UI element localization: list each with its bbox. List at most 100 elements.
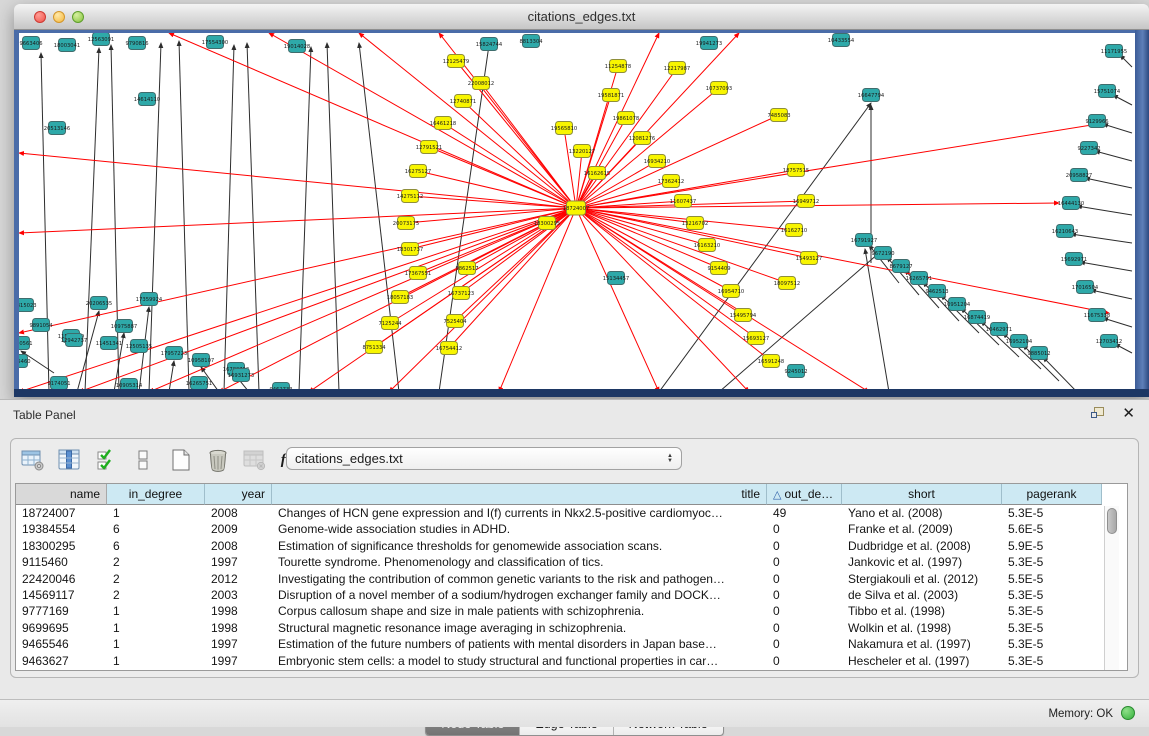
new-table-icon[interactable] [167,447,195,473]
table-cell[interactable]: Corpus callosum shape and size in male p… [272,603,767,619]
table-cell[interactable]: Changes of HCN gene expression and I(f) … [272,505,767,521]
column-header-year[interactable]: year [205,484,272,505]
table-cell[interactable]: 5.3E-5 [1002,554,1102,570]
table-cell[interactable]: 2012 [205,571,272,587]
table-row[interactable]: 946362711997Embryonic stem cells: a mode… [16,653,1102,669]
table-cell[interactable]: 6 [107,521,205,537]
merge-rows-icon[interactable] [130,447,158,473]
table-cell[interactable]: Genome-wide association studies in ADHD. [272,521,767,537]
table-cell[interactable]: 2003 [205,587,272,603]
table-row[interactable]: 911546021997Tourette syndrome. Phenomeno… [16,554,1102,570]
memory-status-icon[interactable] [1121,706,1135,720]
table-cell[interactable]: 5.3E-5 [1002,653,1102,669]
table-cell[interactable]: 49 [767,505,842,521]
table-row[interactable]: 2242004622012Investigating the contribut… [16,571,1102,587]
table-cell[interactable]: 2008 [205,538,272,554]
table-cell[interactable]: 1998 [205,620,272,636]
table-cell[interactable]: 1 [107,653,205,669]
table-row[interactable]: 946554611997Estimation of the future num… [16,636,1102,652]
column-header-pagerank[interactable]: pagerank [1002,484,1102,505]
table-cell[interactable]: Estimation of the future numbers of pati… [272,636,767,652]
table-row[interactable]: 1938455462009Genome-wide association stu… [16,521,1102,537]
table-cell[interactable]: Dudbridge et al. (2008) [842,538,1002,554]
table-cell[interactable]: 5.3E-5 [1002,636,1102,652]
table-cell[interactable]: 0 [767,521,842,537]
table-cell[interactable]: Structural magnetic resonance image aver… [272,620,767,636]
table-cell[interactable]: 0 [767,603,842,619]
network-canvas[interactable]: 1872400712125479220080121274087116461218… [19,33,1135,389]
table-cell[interactable]: 9699695 [16,620,107,636]
table-row[interactable]: 1456911722003Disruption of a novel membe… [16,587,1102,603]
table-row[interactable]: 1830029562008Estimation of significance … [16,538,1102,554]
table-cell[interactable]: 2 [107,571,205,587]
table-cell[interactable]: Estimation of significance thresholds fo… [272,538,767,554]
float-panel-icon[interactable] [1091,407,1107,422]
table-cell[interactable]: 2008 [205,505,272,521]
table-cell[interactable]: 5.6E-5 [1002,521,1102,537]
table-cell[interactable]: 2 [107,554,205,570]
table-row[interactable]: 1872400712008Changes of HCN gene express… [16,505,1102,521]
table-cell[interactable]: 5.3E-5 [1002,603,1102,619]
table-cell[interactable]: 19384554 [16,521,107,537]
table-cell[interactable]: 6 [107,538,205,554]
column-header-out_de[interactable]: △out_de… [767,484,842,505]
table-cell[interactable]: 9463627 [16,653,107,669]
table-cell[interactable]: Stergiakouli et al. (2012) [842,571,1002,587]
table-cell[interactable]: 1997 [205,636,272,652]
table-header-row[interactable]: namein_degreeyeartitle△out_de…shortpager… [16,484,1102,505]
table-cell[interactable]: 2009 [205,521,272,537]
table-cell[interactable]: 1997 [205,653,272,669]
table-cell[interactable]: Tourette syndrome. Phenomenology and cla… [272,554,767,570]
column-header-in_degree[interactable]: in_degree [107,484,205,505]
column-header-name[interactable]: name [16,484,107,505]
table-cell[interactable]: 9465546 [16,636,107,652]
table-cell[interactable]: 1 [107,636,205,652]
table-row[interactable]: 969969511998Structural magnetic resonanc… [16,620,1102,636]
row-select-icon[interactable] [93,447,121,473]
table-cell[interactable]: 0 [767,620,842,636]
table-cell[interactable]: 1998 [205,603,272,619]
citation-network-graph[interactable]: 1872400712125479220080121274087116461218… [19,33,1135,389]
column-header-title[interactable]: title [272,484,767,505]
table-cell[interactable]: 0 [767,653,842,669]
table-cell[interactable]: 2 [107,587,205,603]
table-cell[interactable]: Franke et al. (2009) [842,521,1002,537]
table-cell[interactable]: Jankovic et al. (1997) [842,554,1002,570]
table-cell[interactable]: 5.5E-5 [1002,571,1102,587]
table-cell[interactable]: 18724007 [16,505,107,521]
table-cell[interactable]: Hescheler et al. (1997) [842,653,1002,669]
table-cell[interactable]: Wolkin et al. (1998) [842,620,1002,636]
table-cell[interactable]: 1 [107,603,205,619]
table-cell[interactable]: 5.3E-5 [1002,587,1102,603]
table-cell[interactable]: Investigating the contribution of common… [272,571,767,587]
table-cell[interactable]: 5.3E-5 [1002,620,1102,636]
show-columns-icon[interactable] [56,447,84,473]
table-cell[interactable]: 14569117 [16,587,107,603]
table-cell[interactable]: 22420046 [16,571,107,587]
table-cell[interactable]: 1 [107,620,205,636]
table-cell[interactable]: 5.9E-5 [1002,538,1102,554]
scrollbar-thumb[interactable] [1107,508,1117,534]
table-cell[interactable]: Tibbo et al. (1998) [842,603,1002,619]
table-cell[interactable]: 9115460 [16,554,107,570]
table-cell[interactable]: Yano et al. (2008) [842,505,1002,521]
table-cell[interactable]: 1 [107,505,205,521]
table-cell[interactable]: 18300295 [16,538,107,554]
table-cell[interactable]: 0 [767,571,842,587]
column-header-short[interactable]: short [842,484,1002,505]
table-cell[interactable]: 0 [767,538,842,554]
table-settings-icon[interactable] [19,447,47,473]
vertical-scrollbar[interactable] [1104,506,1119,671]
table-body[interactable]: 1872400712008Changes of HCN gene express… [16,505,1102,669]
close-panel-icon[interactable]: ✕ [1122,404,1135,422]
table-cell[interactable]: 0 [767,554,842,570]
delete-entries-icon[interactable] [204,447,232,473]
table-row[interactable]: 977716911998Corpus callosum shape and si… [16,603,1102,619]
table-cell[interactable]: Nakamura et al. (1997) [842,636,1002,652]
table-cell[interactable]: 5.3E-5 [1002,505,1102,521]
window-titlebar[interactable]: citations_edges.txt [14,4,1149,30]
table-cell[interactable]: Disruption of a novel member of a sodium… [272,587,767,603]
table-select-dropdown[interactable]: citations_edges.txt ▲▼ [286,447,682,470]
table-cell[interactable]: 9777169 [16,603,107,619]
table-cell[interactable]: 1997 [205,554,272,570]
